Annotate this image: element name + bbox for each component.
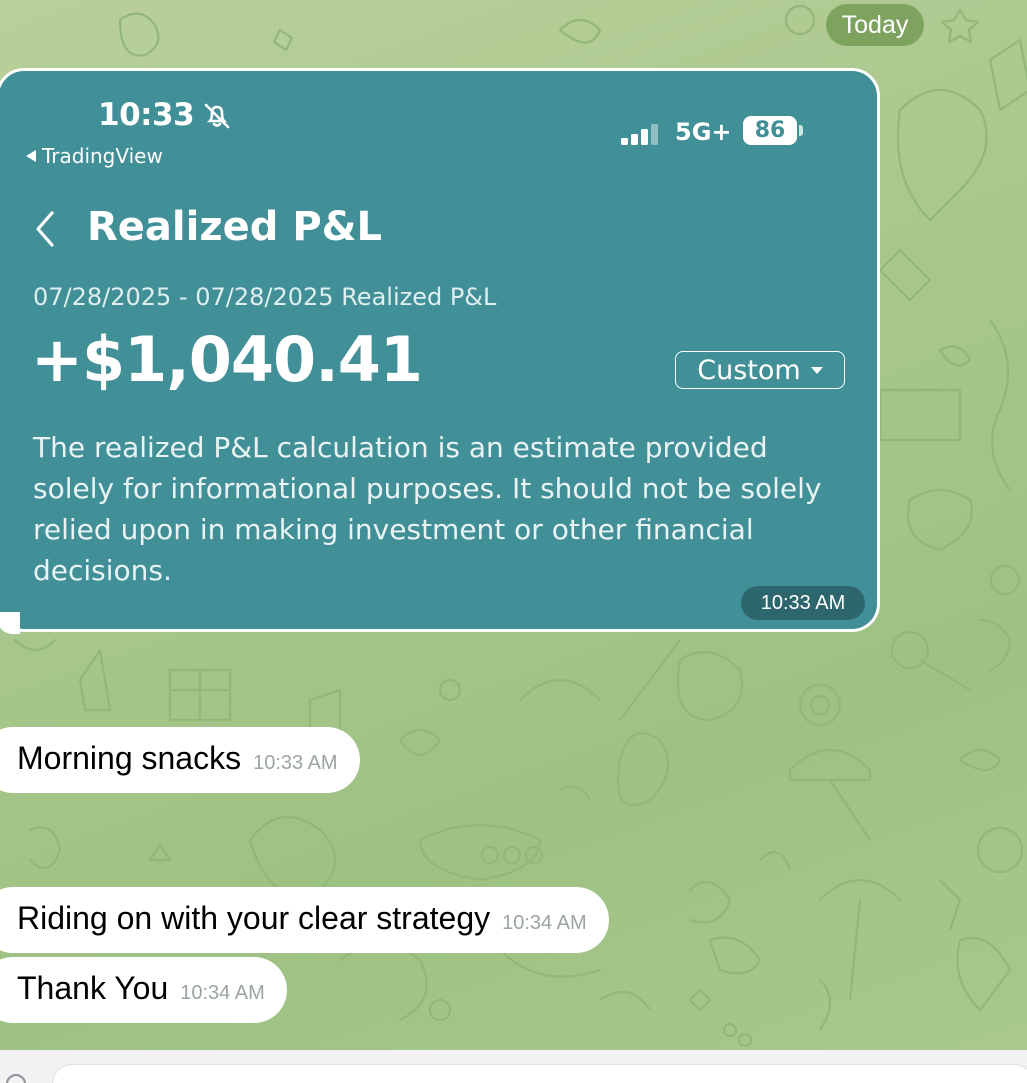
battery-icon: 86 <box>743 116 797 145</box>
message-timestamp: 10:34 AM <box>502 912 587 934</box>
bubble-tail <box>0 612 20 634</box>
period-dropdown[interactable]: Custom <box>675 351 845 389</box>
status-bar-time: 10:33 <box>98 97 195 133</box>
page-title: Realized P&L <box>87 204 382 250</box>
shared-screenshot[interactable]: 10:33 TradingView 5G+ 86 Realized P&L 07… <box>0 71 877 629</box>
image-message-bubble[interactable]: 10:33 TradingView 5G+ 86 Realized P&L 07… <box>0 68 880 632</box>
message-text: Morning snacks <box>17 740 242 776</box>
period-dropdown-label: Custom <box>697 354 801 386</box>
date-range-label: 07/28/2025 - 07/28/2025 Realized P&L <box>33 283 497 311</box>
bell-muted-icon <box>204 103 230 129</box>
network-type: 5G+ <box>675 118 732 146</box>
back-triangle-icon <box>26 150 36 162</box>
caret-down-icon <box>810 366 823 374</box>
message-text: Thank You <box>17 970 169 1006</box>
date-separator: Today <box>826 4 924 46</box>
attach-icon[interactable] <box>4 1072 28 1083</box>
back-to-app-link[interactable]: TradingView <box>26 144 163 168</box>
disclaimer-text: The realized P&L calculation is an estim… <box>33 431 822 587</box>
message-timestamp: 10:33 AM <box>741 586 865 620</box>
message-bubble[interactable]: Morning snacks 10:33 AM <box>0 727 360 793</box>
chevron-left-icon[interactable] <box>32 209 62 249</box>
message-text: Riding on with your clear strategy <box>17 900 491 936</box>
signal-strength-icon <box>621 123 658 145</box>
back-app-name: TradingView <box>42 144 163 168</box>
message-input[interactable] <box>52 1064 1027 1083</box>
message-bubble[interactable]: Thank You 10:34 AM <box>0 957 287 1023</box>
chat-background: Today 10:33 TradingView 5G+ 86 Realized … <box>0 0 1027 1083</box>
battery-tip <box>799 125 803 136</box>
realized-pnl-amount: +$1,040.41 <box>31 323 423 396</box>
message-bubble[interactable]: Riding on with your clear strategy 10:34… <box>0 887 609 953</box>
message-timestamp: 10:33 AM <box>253 752 338 774</box>
message-timestamp: 10:34 AM <box>180 982 265 1004</box>
